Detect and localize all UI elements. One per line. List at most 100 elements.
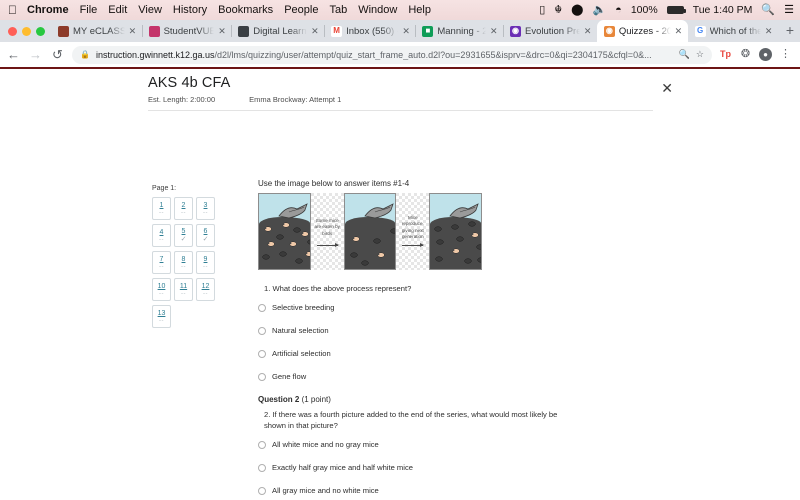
browser-tab-evolution[interactable]: ◉ Evolution Pre ✕ bbox=[503, 20, 597, 42]
mail-icon[interactable]: ☬ bbox=[554, 4, 562, 16]
close-tab-icon[interactable]: ✕ bbox=[584, 26, 592, 37]
menu-item-history[interactable]: History bbox=[173, 4, 207, 16]
menu-item-file[interactable]: File bbox=[80, 4, 98, 16]
question-nav-cell-11[interactable]: 11 -- bbox=[174, 278, 193, 301]
close-tab-icon[interactable]: ✕ bbox=[490, 26, 498, 37]
white-mouse-icon bbox=[351, 236, 360, 242]
option-all-gray-mice[interactable]: All gray mice and no white mice bbox=[258, 486, 598, 495]
question-number[interactable]: 1 bbox=[160, 202, 164, 209]
question-nav-cell-7[interactable]: 7 -- bbox=[152, 251, 171, 274]
apple-menu-icon[interactable]:  bbox=[8, 4, 17, 16]
browser-tab-my-eclass[interactable]: MY eCLASS ✕ bbox=[51, 20, 142, 42]
gray-mouse-icon bbox=[349, 252, 358, 258]
question-number[interactable]: 5 bbox=[182, 228, 186, 235]
question-nav-cell-13[interactable]: 13 -- bbox=[152, 305, 171, 328]
option-all-white-mice[interactable]: All white mice and no gray mice bbox=[258, 440, 598, 449]
menu-item-people[interactable]: People bbox=[284, 4, 318, 16]
menu-item-edit[interactable]: Edit bbox=[108, 4, 127, 16]
question-nav-cell-1[interactable]: 1 -- bbox=[152, 197, 171, 220]
radio-button[interactable] bbox=[258, 303, 266, 312]
back-arrow-icon[interactable]: ← bbox=[6, 48, 21, 61]
close-tab-icon[interactable]: ✕ bbox=[675, 26, 683, 37]
location-icon[interactable]: ⬤ bbox=[571, 4, 583, 16]
question-number[interactable]: 3 bbox=[204, 202, 208, 209]
close-tab-icon[interactable]: ✕ bbox=[129, 26, 137, 37]
radio-button[interactable] bbox=[258, 486, 266, 495]
option-gene-flow[interactable]: Gene flow bbox=[258, 372, 598, 381]
browser-tab-manning[interactable]: ■ Manning - 2 ✕ bbox=[415, 20, 503, 42]
maximize-window-button[interactable] bbox=[36, 26, 45, 36]
macos-menubar:  Chrome File Edit View History Bookmark… bbox=[0, 0, 800, 20]
screen-share-icon[interactable]: ▯ bbox=[539, 4, 545, 16]
option-half-gray-half-white[interactable]: Exactly half gray mice and half white mi… bbox=[258, 463, 598, 472]
reload-icon[interactable]: ↺ bbox=[50, 48, 65, 61]
favicon-icon: ■ bbox=[422, 25, 434, 37]
search-icon[interactable]: 🔍 bbox=[679, 49, 690, 60]
menubar-clock[interactable]: Tue 1:40 PM bbox=[693, 4, 753, 16]
question-number[interactable]: 6 bbox=[204, 228, 208, 235]
new-tab-button[interactable]: + bbox=[778, 22, 800, 40]
close-tab-icon[interactable]: ✕ bbox=[765, 26, 773, 37]
question-nav-cell-3[interactable]: 3 -- bbox=[196, 197, 215, 220]
radio-button[interactable] bbox=[258, 349, 266, 358]
question-number[interactable]: 11 bbox=[180, 283, 187, 290]
question-number[interactable]: 7 bbox=[160, 256, 164, 263]
question-number[interactable]: 2 bbox=[182, 202, 186, 209]
question-nav-cell-10[interactable]: 10 -- bbox=[152, 278, 171, 301]
address-bar[interactable]: 🔒 instruction.gwinnett.k12.ga.us/d2l/lms… bbox=[72, 45, 712, 64]
profile-avatar-icon[interactable]: ● bbox=[759, 48, 772, 61]
menu-item-view[interactable]: View bbox=[138, 4, 162, 16]
menu-item-bookmarks[interactable]: Bookmarks bbox=[218, 4, 273, 16]
browser-tab-which-of-the[interactable]: G Which of the ✕ bbox=[688, 20, 778, 42]
close-tab-icon[interactable]: ✕ bbox=[311, 26, 319, 37]
question-number[interactable]: 9 bbox=[204, 256, 208, 263]
close-tab-icon[interactable]: ✕ bbox=[402, 26, 410, 37]
option-natural-selection[interactable]: Natural selection bbox=[258, 326, 598, 335]
question-nav-cell-4[interactable]: 4 -- bbox=[152, 224, 171, 247]
radio-button[interactable] bbox=[258, 372, 266, 381]
close-tab-icon[interactable]: ✕ bbox=[218, 26, 226, 37]
figure-arrow-1: Some mice are eaten by birds bbox=[310, 193, 344, 270]
question-nav-cell-8[interactable]: 8 -- bbox=[174, 251, 193, 274]
question-number[interactable]: 4 bbox=[160, 229, 164, 236]
radio-button[interactable] bbox=[258, 463, 266, 472]
menu-item-chrome[interactable]: Chrome bbox=[27, 4, 69, 16]
question-number[interactable]: 12 bbox=[202, 283, 210, 290]
browser-tab-studentvue[interactable]: StudentVUE ✕ bbox=[141, 20, 232, 42]
browser-tab-digital-learning[interactable]: Digital Learni ✕ bbox=[231, 20, 324, 42]
close-icon[interactable]: ✕ bbox=[661, 81, 673, 95]
radio-button[interactable] bbox=[258, 440, 266, 449]
white-mouse-icon bbox=[376, 252, 385, 258]
wifi-icon[interactable]: ◓ bbox=[615, 4, 622, 16]
menu-item-tab[interactable]: Tab bbox=[329, 4, 347, 16]
question-nav-cell-6[interactable]: 6 ✓ bbox=[196, 224, 215, 247]
url-host: instruction.gwinnett.k12.ga.us bbox=[95, 49, 215, 60]
close-window-button[interactable] bbox=[8, 26, 17, 36]
browser-tab-quizzes[interactable]: ◉ Quizzes - 20 ✕ bbox=[596, 20, 688, 42]
menu-item-help[interactable]: Help bbox=[408, 4, 431, 16]
puzzle-icon[interactable]: ❂ bbox=[739, 49, 752, 60]
question-number[interactable]: 8 bbox=[182, 256, 186, 263]
question-number[interactable]: 10 bbox=[158, 283, 166, 290]
minimize-window-button[interactable] bbox=[22, 26, 31, 36]
control-center-icon[interactable]: ☰ bbox=[784, 4, 794, 16]
extension-tp-icon[interactable]: Tp bbox=[719, 50, 732, 59]
question-nav-cell-2[interactable]: 2 -- bbox=[174, 197, 193, 220]
forward-arrow-icon[interactable]: → bbox=[28, 48, 43, 61]
browser-tab-inbox[interactable]: M Inbox (550) - ✕ bbox=[324, 20, 415, 42]
question-nav-cell-5[interactable]: 5 ✓ bbox=[174, 224, 193, 247]
tab-title: Manning - 2 bbox=[437, 25, 486, 37]
question-number[interactable]: 13 bbox=[158, 310, 166, 317]
question-nav-cell-12[interactable]: 12 -- bbox=[196, 278, 215, 301]
question-nav-cell-9[interactable]: 9 -- bbox=[196, 251, 215, 274]
option-artificial-selection[interactable]: Artificial selection bbox=[258, 349, 598, 358]
star-icon[interactable]: ☆ bbox=[696, 49, 704, 60]
volume-icon[interactable]: 🔈 bbox=[592, 4, 606, 16]
arrow-label-1: Some mice are eaten by birds bbox=[314, 218, 340, 236]
three-dot-menu-icon[interactable]: ⋮ bbox=[779, 49, 792, 60]
menu-item-window[interactable]: Window bbox=[358, 4, 397, 16]
tab-title: Inbox (550) - bbox=[346, 25, 399, 37]
option-selective-breeding[interactable]: Selective breeding bbox=[258, 303, 598, 312]
spotlight-search-icon[interactable]: 🔍 bbox=[761, 4, 775, 16]
radio-button[interactable] bbox=[258, 326, 266, 335]
